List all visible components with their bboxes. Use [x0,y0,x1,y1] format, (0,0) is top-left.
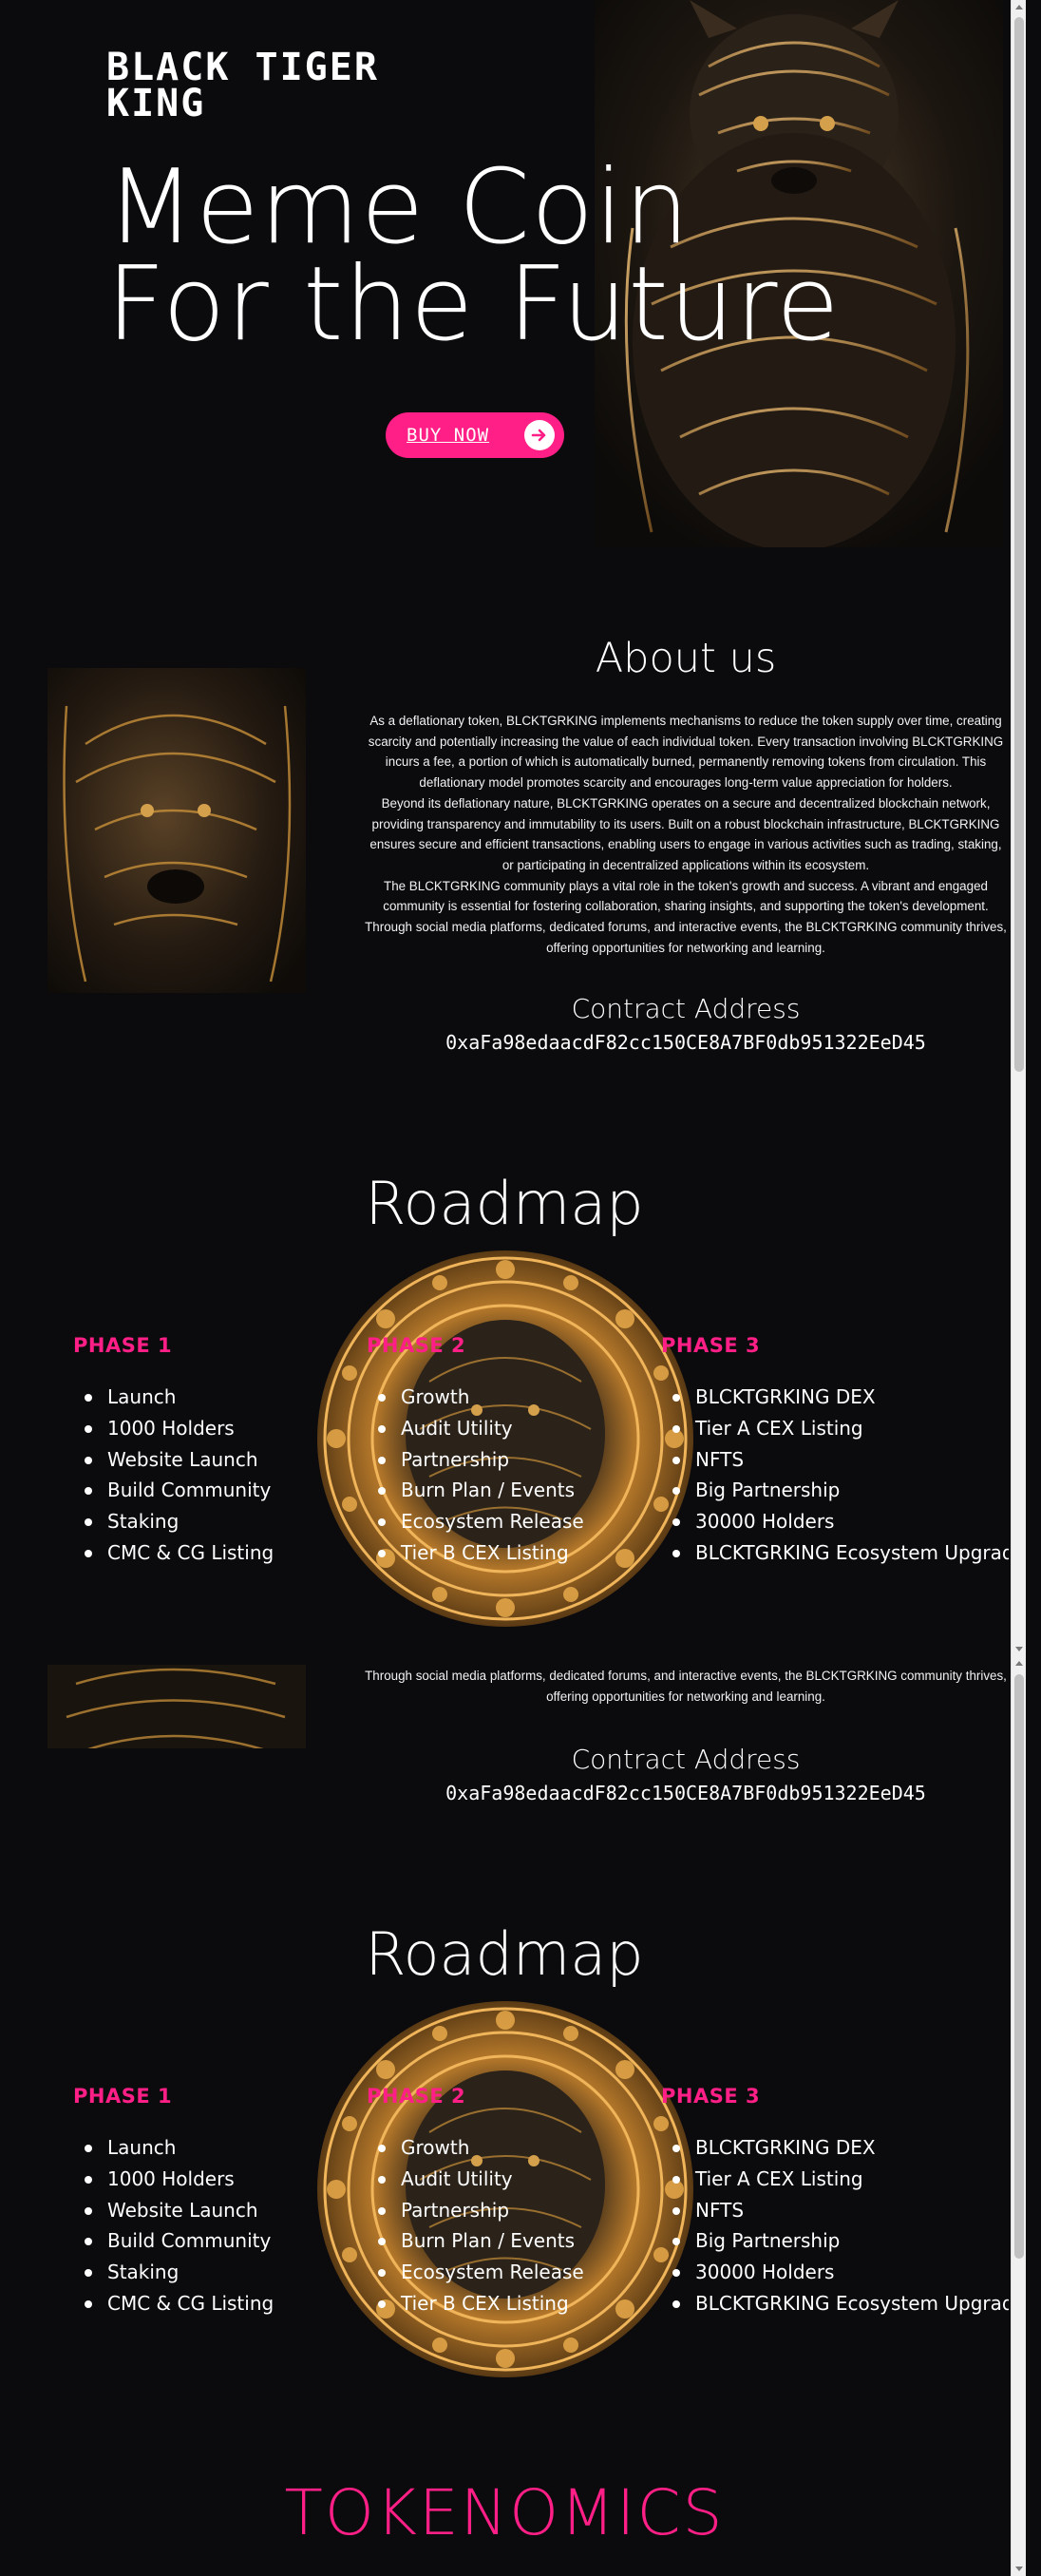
list-item: 1000 Holders [73,2164,274,2195]
list-item: Big Partnership [661,2225,1009,2257]
scroll-up-icon[interactable] [1015,5,1023,10]
list-item: NFTS [661,1444,1009,1476]
about-paragraph: The BLCKTGRKING community plays a vital … [365,878,1007,955]
list-item: BLCKTGRKING Ecosystem Upgrade [661,1537,1009,1569]
page-scrollbar[interactable] [1011,0,1026,2576]
list-item: Growth [367,1382,584,1413]
list-item: BLCKTGRKING DEX [661,2132,1009,2164]
roadmap-title: Roadmap [365,1169,644,1238]
phase-title: PHASE 1 [73,2085,173,2108]
list-item: Burn Plan / Events [367,2225,584,2257]
list-item: Launch [73,1382,274,1413]
scroll-up-icon[interactable] [1015,1661,1023,1666]
list-item: Growth [367,2132,584,2164]
list-item: Build Community [73,1475,274,1506]
phase-list: Growth Audit Utility Partnership Burn Pl… [367,1382,584,1569]
about-text: As a deflationary token, BLCKTGRKING imp… [363,711,1009,958]
list-item: Staking [73,1506,274,1537]
list-item: 30000 Holders [661,2257,1009,2288]
hero-title: Meme Coin For the Future [106,157,961,356]
list-item: Partnership [367,1444,584,1476]
contract-title: Contract Address [571,993,801,1024]
list-item: Ecosystem Release [367,1506,584,1537]
phase-title: PHASE 1 [73,1334,173,1357]
phase-title: PHASE 2 [367,2085,466,2108]
scroll-down-icon[interactable] [1015,1647,1023,1651]
roadmap-phase-2: PHASE 2 Growth Audit Utility Partnership… [367,1334,584,1569]
list-item: Tier A CEX Listing [661,1413,1009,1444]
hero-section: BLACK TIGER KING Meme Coin For the Futur… [0,0,1009,549]
tokenomics-title: TOKENOMICS [284,2476,725,2549]
list-item: Partnership [367,2195,584,2226]
phase-title: PHASE 2 [367,1334,466,1357]
about-title: About us [595,635,777,682]
list-item: Staking [73,2257,274,2288]
list-item: Build Community [73,2225,274,2257]
about-tiger-image [47,668,306,993]
contract-address[interactable]: 0xaFa98edaacdF82cc150CE8A7BF0db951322EeD… [361,1031,1009,1054]
list-item: Tier A CEX Listing [661,2164,1009,2195]
roadmap-phase-3: PHASE 3 BLCKTGRKING DEX Tier A CEX Listi… [661,1334,1009,1569]
about-repeat-clip: Through social media platforms, dedicate… [0,1634,1009,1748]
about-tiger-image [47,1665,306,1748]
hero-title-line2: For the Future [106,245,841,364]
roadmap-phase-3: PHASE 3 BLCKTGRKING DEX Tier A CEX Listi… [661,2085,1009,2319]
list-item: NFTS [661,2195,1009,2226]
list-item: BLCKTGRKING DEX [661,1382,1009,1413]
roadmap-title: Roadmap [365,1919,644,1989]
list-item: Website Launch [73,2195,274,2226]
buy-now-label: BUY NOW [407,425,490,446]
phase-list: Launch 1000 Holders Website Launch Build… [73,1382,274,1569]
list-item: Big Partnership [661,1475,1009,1506]
list-item: Audit Utility [367,2164,584,2195]
list-item: Website Launch [73,1444,274,1476]
arrow-right-icon [524,420,555,450]
site-logo[interactable]: BLACK TIGER KING [106,48,420,123]
list-item: Tier B CEX Listing [367,2288,584,2319]
list-item: CMC & CG Listing [73,2288,274,2319]
list-item: 30000 Holders [661,1506,1009,1537]
list-item: Launch [73,2132,274,2164]
roadmap-phase-1: PHASE 1 Launch 1000 Holders Website Laun… [73,2085,274,2319]
roadmap-phase-1: PHASE 1 Launch 1000 Holders Website Laun… [73,1334,274,1569]
list-item: Ecosystem Release [367,2257,584,2288]
contract-address[interactable]: 0xaFa98edaacdF82cc150CE8A7BF0db951322EeD… [361,1782,1009,1804]
roadmap-phase-2: PHASE 2 Growth Audit Utility Partnership… [367,2085,584,2319]
phase-list: Launch 1000 Holders Website Launch Build… [73,2132,274,2319]
phase-title: PHASE 3 [661,1334,761,1357]
list-item: Burn Plan / Events [367,1475,584,1506]
buy-now-button[interactable]: BUY NOW [386,412,564,458]
list-item: 1000 Holders [73,1413,274,1444]
list-item: BLCKTGRKING Ecosystem Upgrade [661,2288,1009,2319]
list-item: Tier B CEX Listing [367,1537,584,1569]
about-paragraph: As a deflationary token, BLCKTGRKING imp… [368,714,1004,791]
list-item: Audit Utility [367,1413,584,1444]
phase-list: BLCKTGRKING DEX Tier A CEX Listing NFTS … [661,2132,1009,2319]
phase-list: BLCKTGRKING DEX Tier A CEX Listing NFTS … [661,1382,1009,1569]
phase-title: PHASE 3 [661,2085,761,2108]
page: BLACK TIGER KING Meme Coin For the Futur… [0,0,1009,2576]
about-paragraph: Beyond its deflationary nature, BLCKTGRK… [369,795,1002,872]
about-text-tail: Through social media platforms, dedicate… [365,1669,1007,1704]
scrollbar-thumb[interactable] [1014,17,1024,1072]
phase-list: Growth Audit Utility Partnership Burn Pl… [367,2132,584,2319]
scroll-down-icon[interactable] [1015,2566,1023,2571]
contract-title: Contract Address [571,1744,801,1775]
list-item: CMC & CG Listing [73,1537,274,1569]
scrollbar-thumb[interactable] [1014,1674,1024,2259]
